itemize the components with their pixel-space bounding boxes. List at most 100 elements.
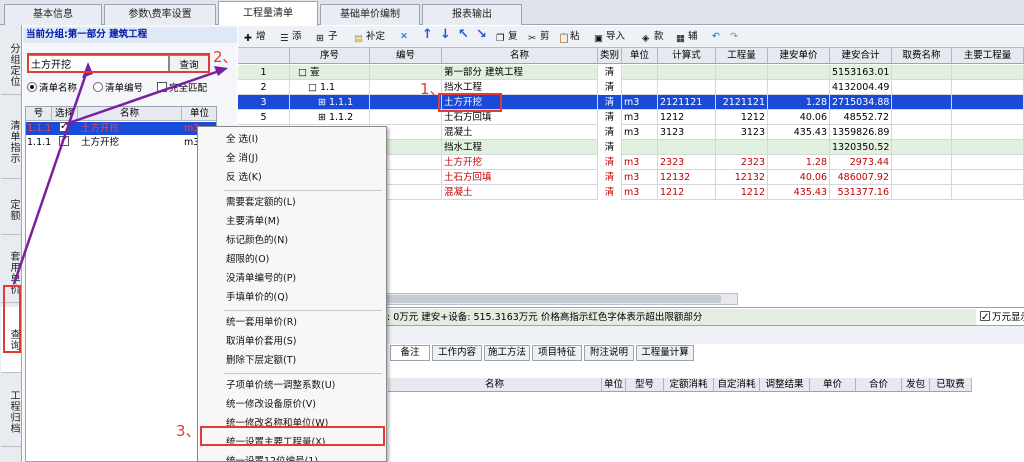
- tab-construction-method[interactable]: 施工方法: [484, 345, 530, 361]
- indent-in-button[interactable]: ↘: [476, 27, 487, 43]
- tab-basic-info[interactable]: 基本信息: [4, 4, 102, 25]
- exact-match-checkbox[interactable]: 完全匹配: [157, 82, 207, 96]
- tab-notes[interactable]: 附注说明: [584, 345, 634, 361]
- add-button[interactable]: ✚ 增: [244, 29, 266, 45]
- menu-item[interactable]: 需要套定额的(L): [198, 194, 386, 212]
- child-button[interactable]: ⊞ 子: [316, 29, 338, 45]
- supplement-button[interactable]: ▤ 补定: [354, 29, 385, 45]
- menu-item[interactable]: 统一修改设备原价(V): [198, 396, 386, 414]
- table-row[interactable]: 2 □ 1.1 挡水工程清 4132004.49: [238, 80, 1024, 95]
- menu-item[interactable]: 手填单价的(Q): [198, 289, 386, 307]
- col-header-type: 类别: [598, 48, 622, 64]
- tab-work-content[interactable]: 工作内容: [432, 345, 482, 361]
- cell-formula: 2121121: [658, 95, 716, 110]
- tab-quantity-calc[interactable]: 工程量计算: [636, 345, 694, 361]
- vtab-archive[interactable]: 工程归档: [1, 377, 21, 447]
- menu-item[interactable]: 主要清单(M): [198, 213, 386, 231]
- menu-item[interactable]: 标记颜色的(N): [198, 232, 386, 250]
- checkbox-icon: [59, 136, 69, 147]
- add-list-icon: ☰: [280, 33, 289, 44]
- vtab-quota[interactable]: 定额: [1, 185, 21, 235]
- menu-item[interactable]: 统一套用单价(R): [198, 314, 386, 332]
- table-row[interactable]: 3 ⊞ 1.1.1 土方开挖清 m3 2121121 2121121 1.28 2715034…: [238, 95, 1024, 110]
- cell-type: 清: [598, 185, 622, 200]
- import-button[interactable]: ▣ 导入: [594, 29, 625, 45]
- cell-total: 1320350.52: [830, 140, 892, 155]
- cell-type: 清: [598, 170, 622, 185]
- vtab-group-locate[interactable]: 分组定位: [1, 35, 21, 95]
- wan-display-checkbox[interactable]: 万元显示: [976, 309, 1024, 325]
- top-tab-bar: 基本信息 参数\费率设置 工程量清单 基础单价编制 报表输出: [0, 0, 1024, 26]
- copy-button[interactable]: ❐ 复: [496, 29, 518, 45]
- menu-item[interactable]: 取消单价套用(S): [198, 333, 386, 351]
- highlight-selected-name: [438, 93, 502, 112]
- annotation-label: 2、: [213, 48, 238, 66]
- cell-total: 4132004.49: [830, 80, 892, 95]
- supplement-icon: ▤: [354, 33, 363, 44]
- cell-fee: [892, 185, 952, 200]
- redo-button[interactable]: ↷: [730, 29, 738, 45]
- cell-type: 清: [598, 125, 622, 140]
- menu-item[interactable]: 统一设置12位编号(1): [198, 453, 386, 461]
- paste-button[interactable]: 📋粘: [558, 29, 580, 45]
- menu-item[interactable]: 全 消(J): [198, 150, 386, 168]
- table-row[interactable]: 5 ⊞ 1.1.2 土石方回填清 m3 1212 1212 40.06 48552.72: [238, 110, 1024, 125]
- cell-fee: [892, 155, 952, 170]
- tab-params-rates[interactable]: 参数\费率设置: [104, 4, 216, 25]
- undo-button[interactable]: ↶: [712, 29, 720, 45]
- menu-item[interactable]: 全 选(I): [198, 131, 386, 149]
- menu-item[interactable]: 子项单价统一调整系数(U): [198, 377, 386, 395]
- assist-button[interactable]: ▦ 辅: [676, 29, 698, 45]
- row-checkbox[interactable]: [59, 122, 73, 135]
- col-header-total: 建安合计: [830, 48, 892, 64]
- menu-item[interactable]: 反 选(K): [198, 169, 386, 187]
- calc-button[interactable]: ◈ 款: [642, 29, 664, 45]
- cell-unit: m3: [622, 125, 658, 140]
- table-row[interactable]: 1 □ 壹 第一部分 建筑工程清 5153163.01: [238, 65, 1024, 80]
- menu-item[interactable]: 删除下层定额(T): [198, 352, 386, 370]
- tab-remark[interactable]: 备注: [390, 345, 430, 361]
- vtab-bill-guide[interactable]: 清单指示: [1, 105, 21, 179]
- cell-formula: 3123: [658, 125, 716, 140]
- row-checkbox[interactable]: [59, 136, 73, 149]
- menu-item[interactable]: 没清单编号的(P): [198, 270, 386, 288]
- add-list-button[interactable]: ☰ 添: [280, 29, 302, 45]
- radio-by-name[interactable]: 清单名称: [27, 82, 77, 96]
- col-header-unit: 单位: [622, 48, 658, 64]
- col-header-select: 选择: [52, 107, 78, 121]
- cell-type: 清: [598, 110, 622, 125]
- cell-qty: 1212: [716, 110, 768, 125]
- col-header-res-contract: 发包: [902, 378, 930, 392]
- move-down-button[interactable]: ↓: [440, 27, 451, 43]
- cell-main: [952, 125, 1024, 140]
- cut-icon: ✂: [528, 33, 536, 44]
- cell-unit: m3: [622, 110, 658, 125]
- tab-base-price[interactable]: 基础单价编制: [320, 4, 420, 25]
- radio-by-code[interactable]: 清单编号: [93, 82, 143, 96]
- context-menu: 全 选(I) 全 消(J) 反 选(K) 需要套定额的(L) 主要清单(M) 标记颜色的(…: [197, 126, 387, 462]
- menu-item[interactable]: 超限的(O): [198, 251, 386, 269]
- row-no: 1.1.1: [27, 137, 52, 148]
- tab-report-output[interactable]: 报表输出: [422, 4, 522, 25]
- tab-item-features[interactable]: 项目特征: [532, 345, 582, 361]
- cell-type: 清: [598, 155, 622, 170]
- move-up-button[interactable]: ↑: [422, 27, 433, 43]
- cell-fee: [892, 170, 952, 185]
- cell-formula: 1212: [658, 110, 716, 125]
- menu-separator: [224, 190, 382, 191]
- assist-icon: ▦: [676, 33, 685, 44]
- delete-button[interactable]: ✕: [400, 29, 408, 45]
- checkbox-icon: [157, 82, 167, 92]
- arrow-down-right-icon: ↘: [476, 27, 487, 42]
- cut-button[interactable]: ✂ 剪: [528, 29, 550, 45]
- col-header-seq: 序号: [290, 48, 370, 64]
- cell-name: 土石方回填: [442, 110, 598, 125]
- cell-type: 清: [598, 80, 622, 95]
- cell-price: 1.28: [768, 155, 830, 170]
- highlight-search-box: [27, 53, 210, 73]
- cell-total: 2973.44: [830, 155, 892, 170]
- indent-out-button[interactable]: ↖: [458, 27, 469, 43]
- cell-name: 土石方回填: [442, 170, 598, 185]
- tab-bill-quantities[interactable]: 工程量清单: [218, 1, 318, 26]
- cell-name: 土方开挖: [442, 155, 598, 170]
